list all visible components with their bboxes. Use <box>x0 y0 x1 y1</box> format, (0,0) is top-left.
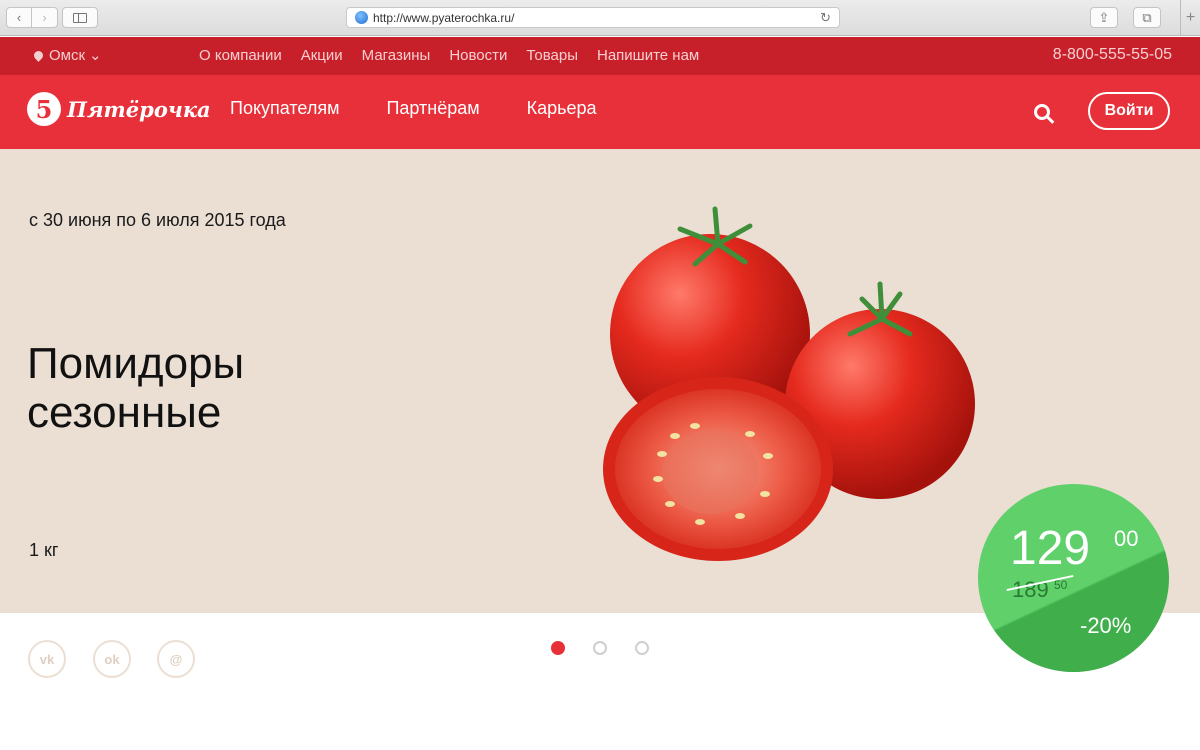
search-icon[interactable] <box>1034 104 1050 120</box>
ok-label: ok <box>104 651 120 667</box>
product-title: Помидоры сезонные <box>27 339 245 437</box>
logo-mark: 5 <box>27 92 61 126</box>
vk-icon[interactable]: vk <box>28 640 66 678</box>
price-badge: 129 00 189 50 -20% <box>978 484 1169 672</box>
tabs-icon: ⧉ <box>1142 9 1152 25</box>
location-pin-icon <box>32 48 45 62</box>
top-nav-item-products[interactable]: Товары <box>526 47 578 64</box>
carousel-dot-3[interactable] <box>635 641 649 655</box>
top-nav-item-stores[interactable]: Магазины <box>362 47 431 64</box>
globe-icon <box>355 11 368 24</box>
share-button[interactable]: ⇪ <box>1090 7 1118 28</box>
logo-text: Пятёрочка <box>67 96 211 122</box>
address-bar[interactable]: http://www.pyaterochka.ru/ ↻ <box>346 7 840 28</box>
main-nav-item-customers[interactable]: Покупателям <box>230 98 339 119</box>
promo-dates: с 30 июня по 6 июля 2015 года <box>29 210 286 230</box>
city-name: Омск <box>49 46 86 64</box>
url-text: http://www.pyaterochka.ru/ <box>373 10 515 25</box>
discount-label: -20% <box>1080 613 1132 638</box>
phone-number[interactable]: 8-800-555-55-05 <box>1053 46 1172 64</box>
top-nav-item-promos[interactable]: Акции <box>301 47 343 64</box>
top-nav-item-news[interactable]: Новости <box>449 47 507 64</box>
new-tab-button[interactable]: + <box>1180 0 1200 36</box>
top-nav: О компании Акции Магазины Новости Товары… <box>199 47 699 64</box>
reload-icon[interactable]: ↻ <box>820 10 831 26</box>
logo[interactable]: 5 Пятёрочка <box>27 92 211 126</box>
product-weight: 1 кг <box>29 540 59 560</box>
tomatoes-image <box>603 206 975 561</box>
tab-overview-button[interactable]: ⧉ <box>1133 7 1161 28</box>
top-nav-item-about[interactable]: О компании <box>199 47 282 64</box>
sidebar-icon <box>73 12 87 23</box>
top-bar: Омск ⌄ О компании Акции Магазины Новости… <box>0 37 1200 75</box>
forward-button[interactable]: › <box>32 7 58 28</box>
main-nav-item-partners[interactable]: Партнёрам <box>386 98 479 119</box>
price-current-kopecks: 00 <box>1114 526 1139 551</box>
back-button[interactable]: ‹ <box>6 7 32 28</box>
vk-label: vk <box>39 651 55 667</box>
main-header: 5 Пятёрочка Покупателям Партнёрам Карьер… <box>0 75 1200 149</box>
city-selector[interactable]: Омск ⌄ <box>32 46 102 64</box>
back-icon: ‹ <box>16 10 22 25</box>
main-nav-item-career[interactable]: Карьера <box>527 98 597 119</box>
carousel-dot-2[interactable] <box>593 641 607 655</box>
sidebar-toggle-button[interactable] <box>62 7 98 28</box>
price-current: 129 <box>1010 522 1091 575</box>
share-icon: ⇪ <box>1098 9 1110 25</box>
top-nav-item-contact[interactable]: Напишите нам <box>597 47 699 64</box>
plus-icon: + <box>1185 9 1196 26</box>
history-buttons: ‹ › <box>6 7 58 28</box>
chevron-down-icon: ⌄ <box>89 47 102 64</box>
mail-label: @ <box>169 651 183 667</box>
login-button[interactable]: Войти <box>1088 92 1170 130</box>
carousel-dot-1[interactable] <box>551 641 565 655</box>
forward-icon: › <box>42 10 47 25</box>
browser-toolbar: ‹ › http://www.pyaterochka.ru/ ↻ ⇪ ⧉ + <box>0 0 1200 36</box>
main-nav: Покупателям Партнёрам Карьера <box>230 98 597 119</box>
mail-icon[interactable]: @ <box>157 640 195 678</box>
odnoklassniki-icon[interactable]: ok <box>93 640 131 678</box>
